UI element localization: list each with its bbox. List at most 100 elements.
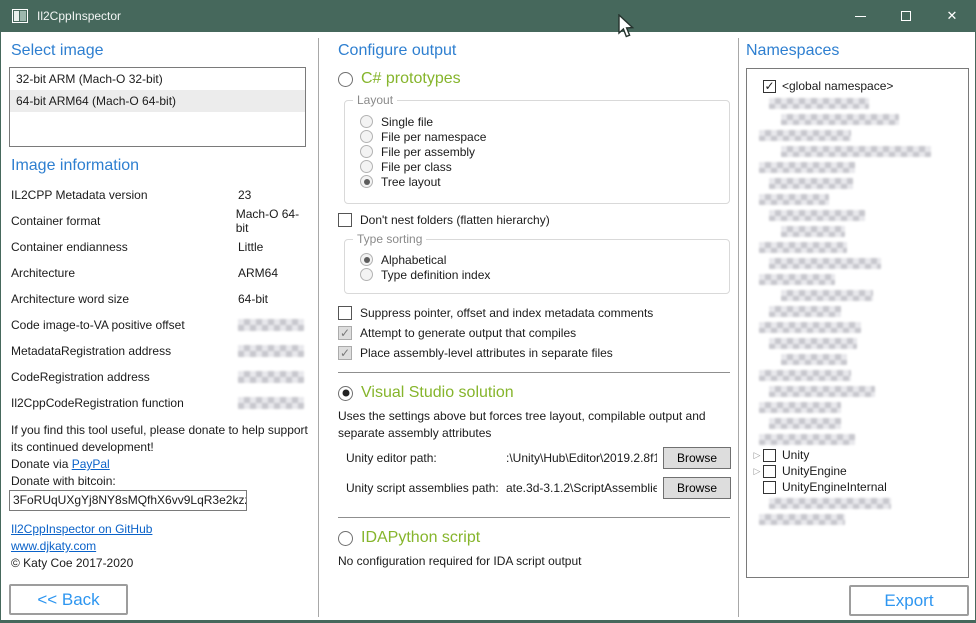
- namespace-item-redacted[interactable]: [747, 511, 968, 527]
- namespace-item-redacted[interactable]: [747, 287, 968, 303]
- idapython-script-option[interactable]: IDAPython script: [338, 529, 480, 547]
- github-link[interactable]: Il2CppInspector on GitHub: [11, 522, 152, 536]
- mouse-cursor: [617, 14, 637, 43]
- option-label: File per assembly: [381, 145, 475, 159]
- namespace-item-global[interactable]: ✓ <global namespace>: [747, 77, 968, 95]
- suppress-comments-checkbox[interactable]: ✓ Suppress pointer, offset and index met…: [338, 306, 653, 320]
- image-list-item[interactable]: 32-bit ARM (Mach-O 32-bit): [10, 68, 305, 90]
- layout-option-tree-layout[interactable]: Tree layout: [360, 174, 729, 189]
- type-sorting-option-type-definition-index[interactable]: Type definition index: [360, 267, 729, 282]
- checkbox-icon[interactable]: ✓: [338, 213, 352, 227]
- namespace-item-redacted[interactable]: [747, 415, 968, 431]
- namespace-item-redacted[interactable]: [747, 255, 968, 271]
- namespace-label: Unity: [782, 448, 809, 462]
- bitcoin-address-field[interactable]: 3FoRUqUXgYj8NY8sMQfhX6vv9LqR3e2kzz: [9, 490, 247, 511]
- radio-icon[interactable]: [360, 115, 373, 128]
- export-button[interactable]: Export: [849, 585, 969, 616]
- visual-studio-solution-option[interactable]: Visual Studio solution: [338, 384, 514, 402]
- info-row: Container endiannessLittle: [11, 234, 311, 260]
- namespace-label: <global namespace>: [782, 79, 893, 93]
- checkbox-icon[interactable]: ✓: [763, 80, 776, 93]
- namespace-item-redacted[interactable]: [747, 335, 968, 351]
- radio-icon[interactable]: [360, 130, 373, 143]
- info-value: 64-bit: [238, 292, 268, 306]
- radio-icon[interactable]: [360, 160, 373, 173]
- window-title: Il2CppInspector: [37, 9, 837, 23]
- namespace-item-redacted[interactable]: [747, 207, 968, 223]
- namespace-item-redacted[interactable]: [747, 399, 968, 415]
- namespace-item-redacted[interactable]: [747, 175, 968, 191]
- redacted-value: [238, 397, 304, 409]
- namespace-item-redacted[interactable]: [747, 271, 968, 287]
- close-button[interactable]: ✕: [929, 0, 975, 32]
- layout-option-file-per-namespace[interactable]: File per namespace: [360, 129, 729, 144]
- maximize-icon: [901, 11, 911, 21]
- checkbox-icon[interactable]: ✓: [763, 481, 776, 494]
- type-sorting-groupbox: Type sorting Alphabetical Type definitio…: [344, 239, 730, 294]
- ida-radio[interactable]: [338, 531, 353, 546]
- namespace-item-redacted[interactable]: [747, 383, 968, 399]
- namespaces-panel: ✓ <global namespace>: [746, 68, 969, 578]
- layout-option-file-per-assembly[interactable]: File per assembly: [360, 144, 729, 159]
- option-label: File per namespace: [381, 130, 486, 144]
- layout-option-file-per-class[interactable]: File per class: [360, 159, 729, 174]
- namespace-item-redacted[interactable]: [747, 495, 968, 511]
- checkbox-icon[interactable]: ✓: [338, 306, 352, 320]
- namespace-item-redacted[interactable]: [747, 127, 968, 143]
- minimize-button[interactable]: [837, 0, 883, 32]
- info-label: MetadataRegistration address: [11, 344, 228, 358]
- csharp-prototypes-option[interactable]: C# prototypes: [338, 70, 461, 88]
- namespace-item-redacted[interactable]: [747, 351, 968, 367]
- namespace-item-unity[interactable]: ▷ ✓ Unity: [747, 447, 968, 463]
- website-link[interactable]: www.djkaty.com: [11, 539, 96, 553]
- unity-script-path-row: Unity script assemblies path: ate.3d-3.1…: [346, 477, 731, 499]
- vs-label: Visual Studio solution: [361, 384, 514, 402]
- namespace-item-redacted[interactable]: [747, 303, 968, 319]
- radio-icon[interactable]: [360, 268, 373, 281]
- compilable-output-checkbox[interactable]: ✓ Attempt to generate output that compil…: [338, 326, 576, 340]
- checkbox-icon[interactable]: ✓: [338, 346, 352, 360]
- back-button[interactable]: << Back: [9, 584, 128, 615]
- checkbox-icon[interactable]: ✓: [763, 465, 776, 478]
- namespace-item-redacted[interactable]: [747, 367, 968, 383]
- namespace-item-redacted[interactable]: [747, 143, 968, 159]
- option-label: Single file: [381, 115, 433, 129]
- info-row: CodeRegistration address: [11, 364, 311, 390]
- type-sorting-option-alphabetical[interactable]: Alphabetical: [360, 252, 729, 267]
- image-list-item-selected[interactable]: 64-bit ARM64 (Mach-O 64-bit): [10, 90, 305, 112]
- radio-icon[interactable]: [360, 145, 373, 158]
- info-value: Little: [238, 240, 263, 254]
- namespace-item-redacted[interactable]: [747, 223, 968, 239]
- info-value: Mach-O 64-bit: [236, 207, 311, 235]
- layout-option-single-file[interactable]: Single file: [360, 114, 729, 129]
- info-row: Architecture word size64-bit: [11, 286, 311, 312]
- flatten-hierarchy-checkbox[interactable]: ✓ Don't nest folders (flatten hierarchy): [338, 213, 550, 227]
- namespace-item-unityengine[interactable]: ▷ ✓ UnityEngine: [747, 463, 968, 479]
- csharp-radio[interactable]: [338, 72, 353, 87]
- checkbox-icon[interactable]: ✓: [763, 449, 776, 462]
- app-icon: [12, 9, 28, 23]
- namespace-item-redacted[interactable]: [747, 159, 968, 175]
- vs-description: Uses the settings above but forces tree …: [338, 408, 736, 442]
- separate-attributes-checkbox[interactable]: ✓ Place assembly-level attributes in sep…: [338, 346, 613, 360]
- expander-icon[interactable]: ▷: [751, 450, 763, 461]
- vs-radio[interactable]: [338, 386, 353, 401]
- namespace-item-unityengineinternal[interactable]: ✓ UnityEngineInternal: [747, 479, 968, 495]
- namespace-item-redacted[interactable]: [747, 191, 968, 207]
- browse-editor-path-button[interactable]: Browse: [663, 447, 731, 469]
- browse-script-path-button[interactable]: Browse: [663, 477, 731, 499]
- namespace-item-redacted[interactable]: [747, 319, 968, 335]
- namespace-item-redacted[interactable]: [747, 111, 968, 127]
- expander-icon[interactable]: ▷: [751, 466, 763, 477]
- namespace-item-redacted[interactable]: [747, 95, 968, 111]
- unity-editor-path-label: Unity editor path:: [346, 451, 506, 465]
- maximize-button[interactable]: [883, 0, 929, 32]
- namespace-item-redacted[interactable]: [747, 239, 968, 255]
- radio-icon[interactable]: [360, 175, 373, 188]
- donate-bitcoin-label: Donate with bitcoin:: [11, 474, 116, 488]
- paypal-link[interactable]: PayPal: [72, 457, 110, 471]
- checkbox-icon[interactable]: ✓: [338, 326, 352, 340]
- radio-icon[interactable]: [360, 253, 373, 266]
- namespace-item-redacted[interactable]: [747, 431, 968, 447]
- namespace-label: UnityEngine: [782, 464, 847, 478]
